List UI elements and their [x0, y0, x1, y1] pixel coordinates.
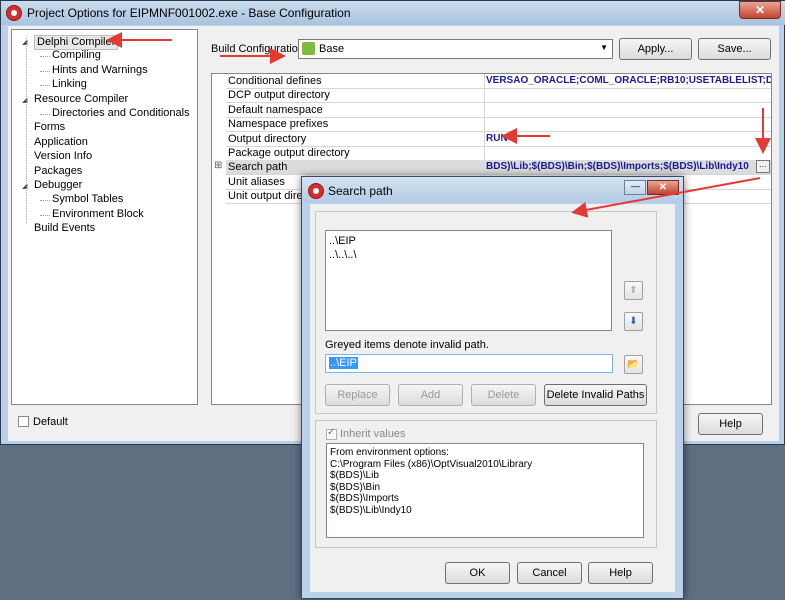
annotation-arrows [106, 32, 771, 218]
arrow-to-search-path-dialog [571, 177, 761, 218]
